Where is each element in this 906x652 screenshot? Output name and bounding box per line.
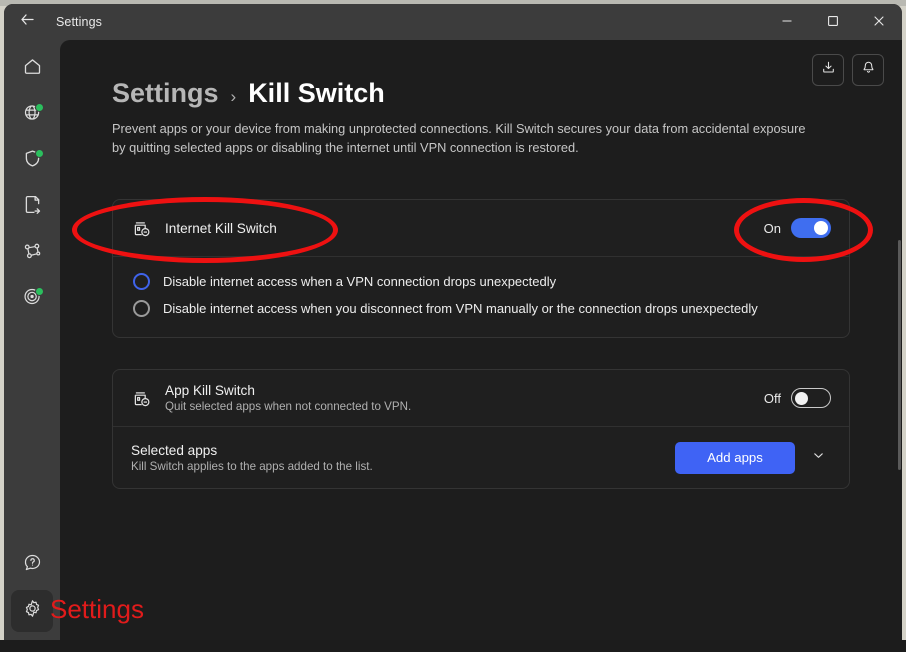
breadcrumb-root[interactable]: Settings — [112, 78, 219, 109]
page-description: Prevent apps or your device from making … — [112, 121, 806, 156]
window-block-icon — [131, 388, 165, 409]
internet-kill-switch-row[interactable]: Internet Kill Switch On — [113, 200, 849, 256]
help-icon — [22, 552, 43, 578]
app-kill-switch-title: App Kill Switch — [165, 383, 255, 398]
left-navigation-rail — [4, 40, 60, 648]
vertical-scrollbar[interactable] — [897, 40, 902, 648]
add-apps-button[interactable]: Add apps — [675, 441, 795, 474]
gear-icon — [22, 598, 43, 624]
annotation-label: Settings — [50, 594, 144, 624]
expand-selected-apps-button[interactable] — [805, 448, 831, 468]
option-drop-unexpectedly[interactable]: Disable internet access when a VPN conne… — [131, 268, 831, 295]
desktop-strip-bottom — [0, 640, 906, 652]
title-bar: Settings — [4, 4, 902, 40]
rail-top-items — [11, 48, 53, 320]
app-kill-switch-toggle[interactable] — [791, 388, 831, 408]
sidebar-item-meshnet[interactable] — [11, 232, 53, 274]
window-title: Settings — [56, 15, 102, 29]
sidebar-item-help[interactable] — [11, 544, 53, 586]
bell-icon — [861, 60, 876, 80]
sidebar-item-settings[interactable] — [11, 590, 53, 632]
selected-apps-title: Selected apps — [131, 442, 218, 458]
radio-button-selected[interactable] — [133, 273, 150, 290]
selected-apps-row: Selected apps Kill Switch applies to the… — [113, 426, 849, 488]
toggle-knob — [814, 221, 828, 235]
sidebar-item-dark-web-monitor[interactable] — [11, 278, 53, 320]
app-kill-switch-subtitle: Quit selected apps when not connected to… — [165, 400, 412, 413]
internet-kill-switch-toggle-label: On — [763, 220, 781, 236]
internet-kill-switch-card: Internet Kill Switch On Disable internet… — [112, 199, 850, 338]
breadcrumb-separator-icon: › — [230, 87, 237, 106]
selected-apps-actions: Add apps — [675, 441, 831, 474]
internet-kill-switch-toggle[interactable] — [791, 218, 831, 238]
page-title: Kill Switch — [248, 78, 385, 108]
internet-kill-switch-label-wrap: Internet Kill Switch — [165, 221, 764, 236]
app-kill-switch-toggle-group: Off — [764, 388, 831, 408]
content-panel: Settings › Kill Switch Prevent apps or y… — [60, 40, 902, 648]
notifications-button[interactable] — [852, 54, 884, 86]
internet-kill-switch-toggle-group: On — [764, 218, 831, 238]
app-kill-switch-text: App Kill Switch Quit selected apps when … — [165, 383, 764, 413]
chevron-down-icon — [811, 448, 826, 468]
option-label: Disable internet access when a VPN conne… — [163, 274, 557, 289]
back-button[interactable] — [4, 4, 50, 40]
minimize-button[interactable] — [764, 4, 810, 37]
selected-apps-text: Selected apps Kill Switch applies to the… — [131, 443, 675, 473]
breadcrumb: Settings › Kill Switch — [112, 78, 842, 109]
file-share-icon — [22, 194, 43, 220]
selected-apps-subtitle: Kill Switch applies to the apps added to… — [131, 459, 373, 473]
status-badge-online — [35, 149, 44, 158]
app-window: Settings Settings › Kill Switch Prevent … — [4, 4, 902, 648]
window-block-icon — [131, 218, 165, 239]
option-label: Disable internet access when you disconn… — [163, 301, 758, 316]
home-icon — [22, 56, 43, 82]
desktop-background: Settings Settings › Kill Switch Prevent … — [0, 0, 906, 652]
arrow-left-icon — [19, 11, 36, 33]
status-badge-online — [35, 103, 44, 112]
sidebar-item-file-share[interactable] — [11, 186, 53, 228]
internet-kill-switch-options: Disable internet access when a VPN conne… — [113, 256, 849, 337]
sidebar-item-home[interactable] — [11, 48, 53, 90]
mesh-network-icon — [22, 240, 43, 266]
maximize-button[interactable] — [810, 4, 856, 37]
sidebar-item-threat-protection[interactable] — [11, 140, 53, 182]
toggle-knob — [794, 391, 808, 405]
app-kill-switch-row[interactable]: App Kill Switch Quit selected apps when … — [113, 370, 849, 426]
page-header: Settings › Kill Switch Prevent apps or y… — [112, 78, 842, 158]
close-button[interactable] — [856, 4, 902, 37]
app-kill-switch-toggle-label: Off — [763, 390, 781, 406]
scrollbar-thumb[interactable] — [898, 240, 901, 470]
sidebar-item-vpn-locations[interactable] — [11, 94, 53, 136]
download-icon — [821, 60, 836, 80]
option-manual-or-drop[interactable]: Disable internet access when you disconn… — [131, 295, 831, 322]
window-controls — [764, 4, 902, 37]
internet-kill-switch-title: Internet Kill Switch — [165, 220, 277, 236]
radio-button[interactable] — [133, 300, 150, 317]
status-badge-online — [35, 287, 44, 296]
app-kill-switch-card: App Kill Switch Quit selected apps when … — [112, 369, 850, 489]
